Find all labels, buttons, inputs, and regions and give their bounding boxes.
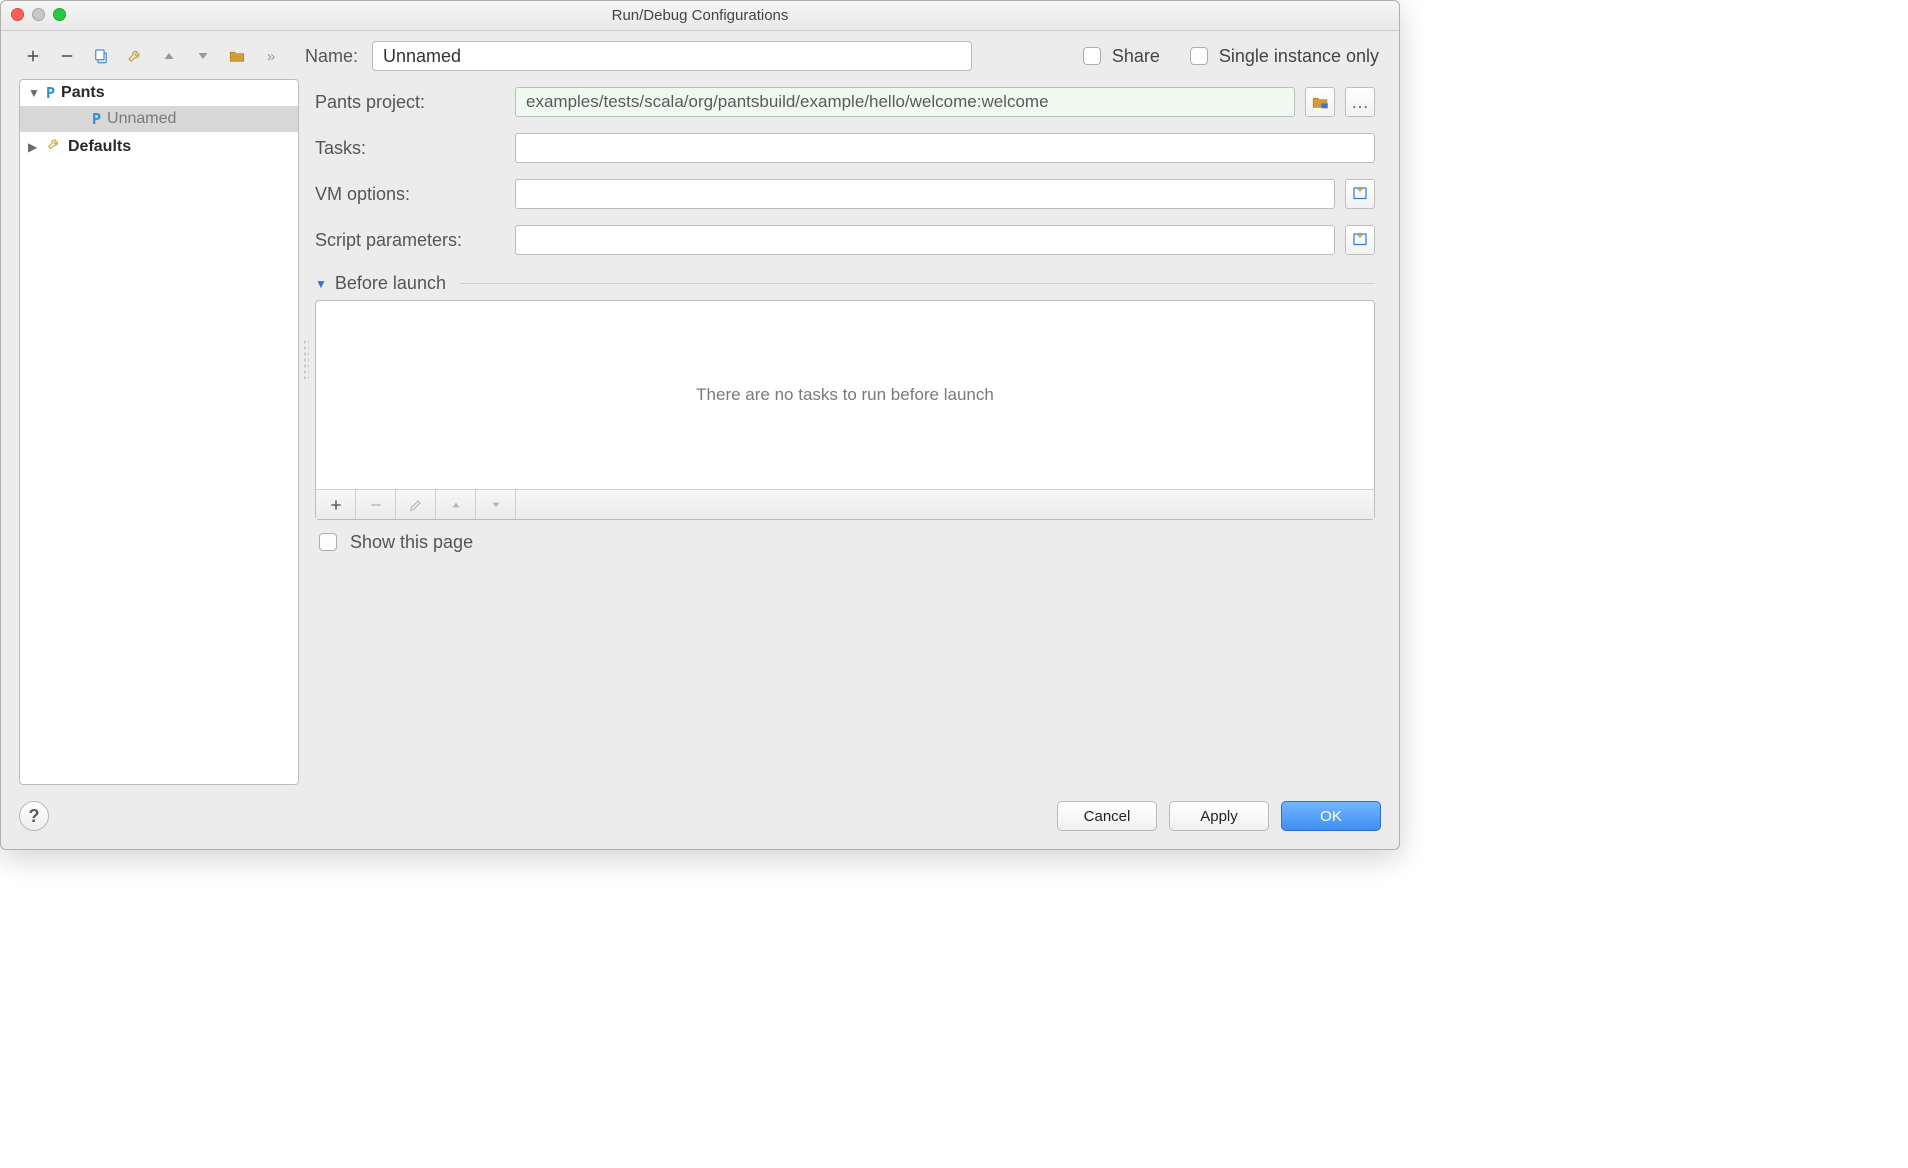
expand-script-params-button[interactable] xyxy=(1345,225,1375,255)
tree-group-defaults[interactable]: ▶ Defaults xyxy=(20,132,298,161)
settings-wrench-icon[interactable] xyxy=(125,46,145,66)
before-move-up-button[interactable] xyxy=(436,490,476,519)
tree-config-unnamed[interactable]: P Unnamed xyxy=(20,106,298,132)
script-params-label: Script parameters: xyxy=(315,230,505,251)
remove-config-button[interactable] xyxy=(57,46,77,66)
content-area: » Name: Share Single instance only ▼ P xyxy=(1,31,1399,849)
form-panel: Pants project: … Tasks: VM options: xyxy=(309,79,1381,785)
folder-icon[interactable] xyxy=(227,46,247,66)
window-traffic-lights xyxy=(11,8,66,21)
before-edit-button[interactable] xyxy=(396,490,436,519)
cancel-button-label: Cancel xyxy=(1084,808,1131,825)
close-window-icon[interactable] xyxy=(11,8,24,21)
script-params-input[interactable] xyxy=(515,225,1335,255)
share-checkbox-box[interactable] xyxy=(1083,47,1101,65)
tasks-input[interactable] xyxy=(515,133,1375,163)
show-this-page-checkbox[interactable]: Show this page xyxy=(315,530,1375,554)
tree-config-unnamed-label: Unnamed xyxy=(107,110,176,128)
pants-icon: P xyxy=(92,110,101,128)
footer: ? Cancel Apply OK xyxy=(1,785,1399,849)
config-toolbar: » xyxy=(19,46,285,66)
more-project-button[interactable]: … xyxy=(1345,87,1375,117)
before-launch-toolbar xyxy=(316,489,1374,519)
tree-group-defaults-label: Defaults xyxy=(68,138,131,156)
run-configurations-window: Run/Debug Configurations xyxy=(0,0,1400,850)
ok-button[interactable]: OK xyxy=(1281,801,1381,831)
name-label: Name: xyxy=(305,46,358,67)
add-config-button[interactable] xyxy=(23,46,43,66)
row-pants-project: Pants project: … xyxy=(315,87,1375,117)
single-instance-checkbox[interactable]: Single instance only xyxy=(1186,44,1379,68)
show-this-page-checkbox-box[interactable] xyxy=(319,533,337,551)
before-launch-empty: There are no tasks to run before launch xyxy=(316,301,1374,489)
browse-project-button[interactable] xyxy=(1305,87,1335,117)
cancel-button[interactable]: Cancel xyxy=(1057,801,1157,831)
more-chevrons-icon[interactable]: » xyxy=(261,46,281,66)
share-checkbox-label: Share xyxy=(1112,46,1160,67)
titlebar: Run/Debug Configurations xyxy=(1,1,1399,31)
before-launch-header[interactable]: ▼ Before launch xyxy=(315,273,1375,294)
divider xyxy=(460,283,1375,284)
pants-icon: P xyxy=(46,84,55,102)
row-script-params: Script parameters: xyxy=(315,225,1375,255)
tree-group-pants[interactable]: ▼ P Pants xyxy=(20,80,298,106)
expander-arrow-down-icon[interactable]: ▼ xyxy=(315,277,327,291)
ok-button-label: OK xyxy=(1320,808,1342,825)
top-row: » Name: Share Single instance only xyxy=(1,31,1399,75)
mid-row: ▼ P Pants P Unnamed ▶ Defaults xyxy=(1,75,1399,785)
help-button[interactable]: ? xyxy=(19,801,49,831)
before-remove-button[interactable] xyxy=(356,490,396,519)
pants-project-input[interactable] xyxy=(515,87,1295,117)
before-launch-empty-text: There are no tasks to run before launch xyxy=(696,385,994,405)
copy-config-button[interactable] xyxy=(91,46,111,66)
resize-grip-icon[interactable] xyxy=(303,339,309,379)
show-this-page-label: Show this page xyxy=(350,532,473,553)
row-tasks: Tasks: xyxy=(315,133,1375,163)
name-input[interactable] xyxy=(372,41,972,71)
share-checkbox[interactable]: Share xyxy=(1079,44,1160,68)
row-vm-options: VM options: xyxy=(315,179,1375,209)
single-instance-checkbox-label: Single instance only xyxy=(1219,46,1379,67)
apply-button[interactable]: Apply xyxy=(1169,801,1269,831)
single-instance-checkbox-box[interactable] xyxy=(1190,47,1208,65)
expand-vm-options-button[interactable] xyxy=(1345,179,1375,209)
before-move-down-button[interactable] xyxy=(476,490,516,519)
minimize-window-icon xyxy=(32,8,45,21)
wrench-icon xyxy=(46,136,62,157)
tree-group-pants-label: Pants xyxy=(61,84,105,102)
expand-arrow-down-icon[interactable]: ▼ xyxy=(28,86,40,100)
before-add-button[interactable] xyxy=(316,490,356,519)
config-tree[interactable]: ▼ P Pants P Unnamed ▶ Defaults xyxy=(19,79,299,785)
window-title: Run/Debug Configurations xyxy=(612,7,789,24)
vm-options-label: VM options: xyxy=(315,184,505,205)
move-up-button[interactable] xyxy=(159,46,179,66)
zoom-window-icon[interactable] xyxy=(53,8,66,21)
expand-arrow-right-icon[interactable]: ▶ xyxy=(28,140,40,154)
pants-project-label: Pants project: xyxy=(315,92,505,113)
move-down-button[interactable] xyxy=(193,46,213,66)
tasks-label: Tasks: xyxy=(315,138,505,159)
before-launch-label: Before launch xyxy=(335,273,446,294)
before-launch-box: There are no tasks to run before launch xyxy=(315,300,1375,520)
apply-button-label: Apply xyxy=(1200,808,1238,825)
vm-options-input[interactable] xyxy=(515,179,1335,209)
